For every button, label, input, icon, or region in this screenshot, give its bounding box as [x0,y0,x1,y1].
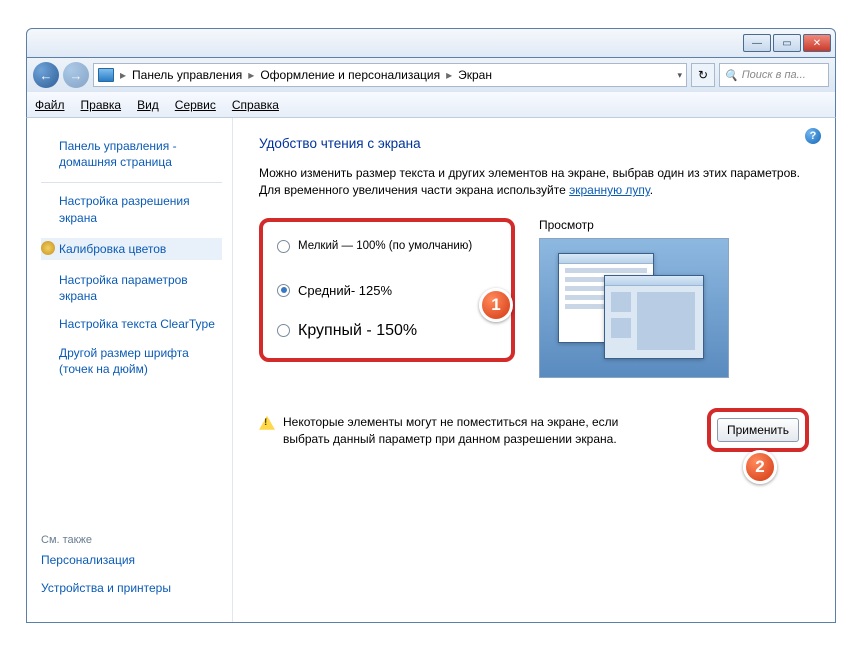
sidebar-bottom: См. также Персонализация Устройства и пр… [41,534,222,608]
radio-icon [277,240,290,253]
sidebar-personalization[interactable]: Персонализация [41,552,222,568]
sidebar-home[interactable]: Панель управления - домашняя страница [59,138,222,170]
breadcrumb-item[interactable]: Оформление и персонализация [260,68,440,82]
content: ? Удобство чтения с экрана Можно изменит… [233,118,835,622]
search-icon: 🔍 [724,69,738,82]
breadcrumb-item[interactable]: Панель управления [132,68,242,82]
titlebar: — ▭ ✕ [26,28,836,58]
apply-highlight: Применить 2 [707,408,809,452]
back-button[interactable]: ← [33,62,59,88]
sidebar: Панель управления - домашняя страница На… [27,118,233,622]
divider [41,182,222,183]
sidebar-cleartype[interactable]: Настройка текста ClearType [59,316,222,332]
radio-medium[interactable]: Средний- 125% [277,283,497,298]
sidebar-resolution[interactable]: Настройка разрешения экрана [59,193,222,225]
radio-icon [277,324,290,337]
page-title: Удобство чтения с экрана [259,136,809,151]
forward-button[interactable]: → [63,62,89,88]
shield-icon [41,241,55,255]
magnifier-link[interactable]: экранную лупу [569,183,650,197]
breadcrumb-sep: ▸ [120,68,126,82]
annotation-badge-2: 2 [743,450,777,484]
warning-text: Некоторые элементы могут не поместиться … [283,414,623,448]
menubar: Файл Правка Вид Сервис Справка [26,92,836,118]
breadcrumb-item[interactable]: Экран [458,68,492,82]
warning-icon [259,416,275,430]
radio-icon [277,284,290,297]
menu-view[interactable]: Вид [137,98,159,112]
search-placeholder: Поиск в па... [742,69,806,81]
annotation-badge-1: 1 [479,288,513,322]
warning-row: Некоторые элементы могут не поместиться … [259,414,809,448]
menu-edit[interactable]: Правка [81,98,122,112]
menu-service[interactable]: Сервис [175,98,216,112]
size-radio-group: Мелкий — 100% (по умолчанию) Средний- 12… [259,218,515,362]
see-also-header: См. также [41,534,222,546]
close-button[interactable]: ✕ [803,34,831,52]
preview-image [539,238,729,378]
help-icon[interactable]: ? [805,128,821,144]
maximize-button[interactable]: ▭ [773,34,801,52]
nav-toolbar: ← → ▸ Панель управления ▸ Оформление и п… [26,58,836,92]
radio-large[interactable]: Крупный - 150% [277,322,497,340]
sidebar-calibrate[interactable]: Калибровка цветов [41,238,222,260]
apply-button[interactable]: Применить [717,418,799,442]
menu-file[interactable]: Файл [35,98,65,112]
window-body: Панель управления - домашняя страница На… [26,118,836,623]
search-input[interactable]: 🔍 Поиск в па... [719,63,829,87]
minimize-button[interactable]: — [743,34,771,52]
breadcrumb-sep: ▸ [248,68,254,82]
preview-column: Просмотр [539,218,809,378]
preview-label: Просмотр [539,218,809,232]
preview-window-icon [604,275,704,359]
refresh-button[interactable]: ↻ [691,63,715,87]
chevron-down-icon[interactable]: ▾ [677,70,682,81]
sidebar-dpi[interactable]: Другой размер шрифта (точек на дюйм) [59,345,222,377]
breadcrumb-sep: ▸ [446,68,452,82]
sidebar-devices[interactable]: Устройства и принтеры [41,580,222,596]
address-bar[interactable]: ▸ Панель управления ▸ Оформление и персо… [93,63,687,87]
menu-help[interactable]: Справка [232,98,279,112]
control-panel-icon [98,68,114,82]
sidebar-params[interactable]: Настройка параметров экрана [59,272,222,304]
radio-small[interactable]: Мелкий — 100% (по умолчанию) [277,240,497,253]
options-row: Мелкий — 100% (по умолчанию) Средний- 12… [259,218,809,378]
description: Можно изменить размер текста и других эл… [259,165,809,200]
